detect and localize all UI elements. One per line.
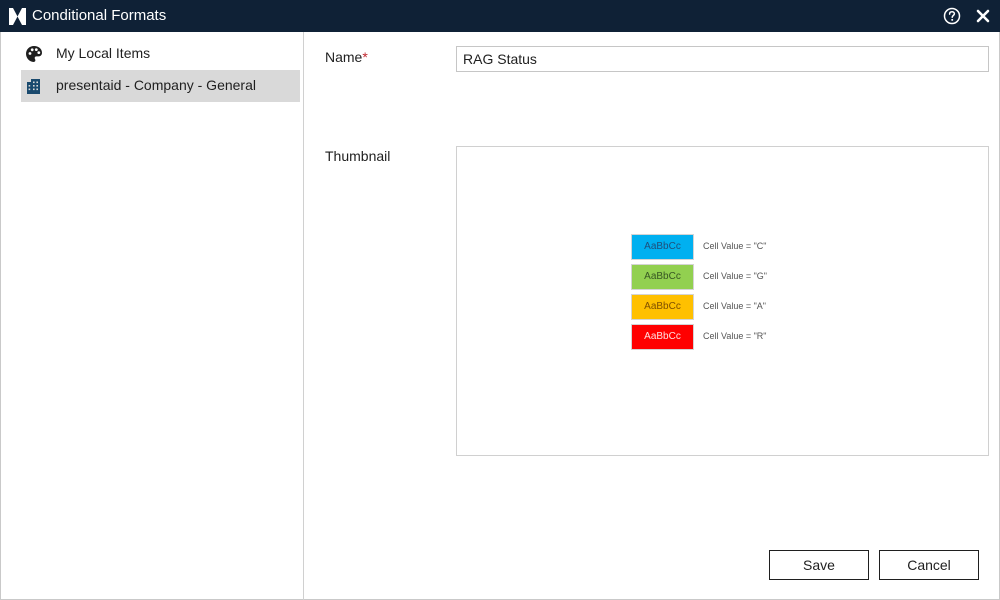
format-sample-swatch: AaBbCc bbox=[631, 324, 694, 350]
sidebar-item-label: My Local Items bbox=[56, 45, 151, 61]
format-rule-row: AaBbCc Cell Value = "C" bbox=[631, 234, 831, 260]
name-input[interactable] bbox=[456, 46, 989, 72]
save-button[interactable]: Save bbox=[769, 550, 869, 580]
thumbnail-preview: AaBbCc Cell Value = "C" AaBbCc Cell Valu… bbox=[456, 146, 989, 456]
format-rule-condition: Cell Value = "R" bbox=[703, 331, 767, 341]
palette-icon bbox=[26, 46, 42, 62]
window-title: Conditional Formats bbox=[32, 7, 167, 24]
title-bar: Conditional Formats bbox=[0, 0, 1000, 32]
help-icon[interactable] bbox=[943, 7, 961, 25]
format-sample-swatch: AaBbCc bbox=[631, 294, 694, 320]
sidebar-item-my-local-items[interactable]: My Local Items bbox=[21, 38, 300, 70]
sidebar: My Local Items presentaid - Company - Ge… bbox=[0, 32, 304, 600]
building-icon bbox=[27, 79, 40, 94]
format-rule-row: AaBbCc Cell Value = "R" bbox=[631, 324, 831, 350]
sidebar-item-label: presentaid - Company - General bbox=[56, 77, 256, 93]
sidebar-item-company-general[interactable]: presentaid - Company - General bbox=[21, 70, 300, 102]
name-label: Name* bbox=[325, 49, 368, 65]
thumbnail-label: Thumbnail bbox=[325, 148, 391, 164]
name-label-text: Name bbox=[325, 49, 363, 65]
format-sample-swatch: AaBbCc bbox=[631, 264, 694, 290]
required-marker: * bbox=[362, 49, 368, 65]
format-rule-row: AaBbCc Cell Value = "G" bbox=[631, 264, 831, 290]
close-icon[interactable] bbox=[976, 9, 990, 23]
format-rule-condition: Cell Value = "C" bbox=[703, 241, 767, 251]
cancel-button[interactable]: Cancel bbox=[879, 550, 979, 580]
format-rule-condition: Cell Value = "A" bbox=[703, 301, 767, 311]
format-rule-row: AaBbCc Cell Value = "A" bbox=[631, 294, 831, 320]
format-sample-swatch: AaBbCc bbox=[631, 234, 694, 260]
format-rule-condition: Cell Value = "G" bbox=[703, 271, 768, 281]
app-logo-icon bbox=[9, 8, 26, 25]
